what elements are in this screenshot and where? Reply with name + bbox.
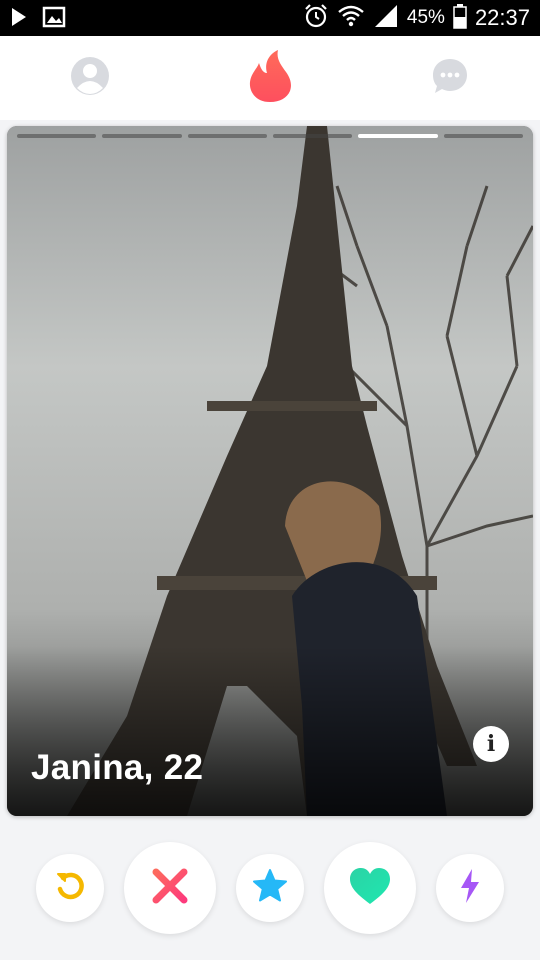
- status-bar: 45% 22:37: [0, 0, 540, 36]
- play-icon: [10, 6, 28, 33]
- image-icon: [42, 6, 66, 33]
- photo-progress-segment: [272, 134, 353, 138]
- profile-button[interactable]: [68, 56, 112, 100]
- info-button[interactable]: i: [473, 726, 509, 762]
- photo-progress-indicator: [17, 134, 523, 138]
- photo-progress-segment: [102, 134, 182, 138]
- card-gradient-overlay: [7, 646, 533, 816]
- battery-percent: 45%: [406, 7, 445, 28]
- like-button[interactable]: [324, 842, 416, 934]
- profile-name-age: Janina, 22: [31, 748, 204, 787]
- photo-progress-segment: [187, 134, 267, 138]
- chat-icon: [430, 56, 470, 101]
- photo-progress-segment: [443, 134, 523, 138]
- battery-icon: [453, 3, 467, 34]
- undo-icon: [53, 869, 87, 908]
- home-button[interactable]: [246, 49, 294, 108]
- photo-progress-segment: [17, 134, 97, 138]
- nope-button[interactable]: [124, 842, 216, 934]
- undo-button[interactable]: [36, 854, 104, 922]
- clock: 22:37: [474, 5, 530, 30]
- info-icon: i: [486, 731, 496, 757]
- profile-card[interactable]: Janina, 22 i: [7, 126, 533, 816]
- action-bar: [0, 830, 540, 960]
- boost-button[interactable]: [436, 854, 504, 922]
- wifi-icon: [337, 3, 365, 34]
- top-navigation: [0, 36, 540, 120]
- signal-icon: [373, 3, 399, 34]
- alarm-icon: [303, 3, 329, 34]
- profile-icon: [70, 56, 110, 101]
- messages-button[interactable]: [428, 56, 472, 100]
- super-like-star-icon: [252, 868, 288, 909]
- photo-progress-segment-active: [358, 134, 438, 138]
- boost-lightning-icon: [457, 868, 483, 909]
- nope-icon: [150, 866, 190, 911]
- tinder-flame-icon: [247, 49, 293, 108]
- super-like-button[interactable]: [236, 854, 304, 922]
- like-heart-icon: [348, 866, 392, 911]
